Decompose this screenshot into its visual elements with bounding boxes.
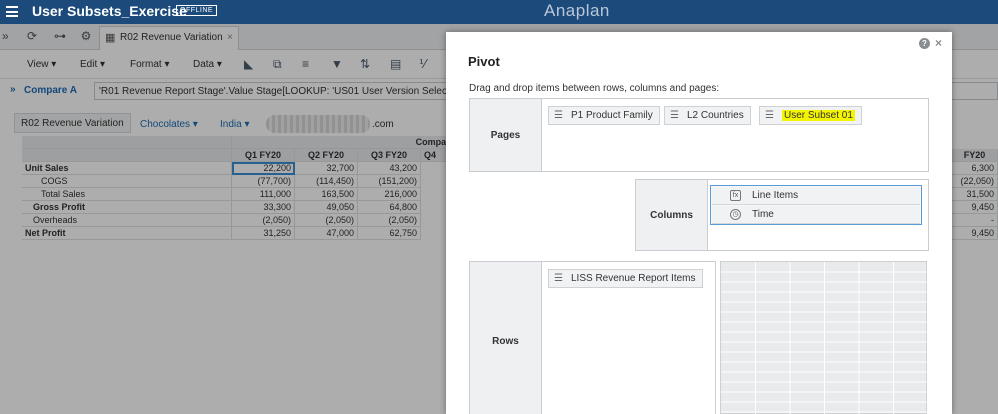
pivot-dialog: Pivot ? × Drag and drop items between ro…	[446, 32, 952, 414]
page-chip-l2-countries[interactable]: ☰ L2 Countries	[664, 106, 751, 125]
top-bar: User Subsets_Exercise OFFLINE Anaplan	[0, 0, 998, 24]
status-badge: OFFLINE	[176, 5, 218, 16]
formula-icon: fx	[730, 190, 741, 201]
list-icon: ☰	[765, 110, 774, 121]
page-chip-p1-product-family[interactable]: ☰ P1 Product Family	[548, 106, 660, 125]
pages-label: Pages	[470, 99, 542, 171]
layout-preview-grid	[720, 261, 928, 414]
rows-label: Rows	[470, 262, 542, 414]
list-icon: ☰	[554, 273, 563, 284]
list-icon: ☰	[554, 110, 563, 121]
preview-grid-lines	[721, 262, 928, 414]
column-chip-line-items[interactable]: fx Line Items	[712, 187, 920, 205]
close-icon[interactable]: ×	[935, 36, 942, 50]
pages-zone[interactable]: Pages ☰ P1 Product Family ☰ L2 Countries ☰…	[469, 98, 929, 172]
hamburger-menu-icon[interactable]	[6, 6, 18, 17]
column-chip-time[interactable]: ◷ Time	[712, 206, 920, 224]
list-icon: ☰	[670, 110, 679, 121]
columns-label: Columns	[636, 180, 708, 250]
dialog-instructions: Drag and drop items between rows, column…	[469, 83, 720, 94]
help-icon[interactable]: ?	[919, 38, 930, 49]
app-title: User Subsets_Exercise	[32, 3, 187, 19]
anaplan-logo: Anaplan	[544, 1, 610, 20]
columns-list: fx Line Items ◷ Time	[710, 185, 922, 225]
row-chip-liss-revenue-report-items[interactable]: ☰ LISS Revenue Report Items	[548, 269, 703, 288]
clock-icon: ◷	[730, 209, 741, 220]
dialog-title: Pivot	[468, 54, 500, 69]
page-chip-user-subset-01[interactable]: ☰ User Subset 01	[759, 106, 862, 125]
rows-zone[interactable]: Rows ☰ LISS Revenue Report Items	[469, 261, 716, 414]
